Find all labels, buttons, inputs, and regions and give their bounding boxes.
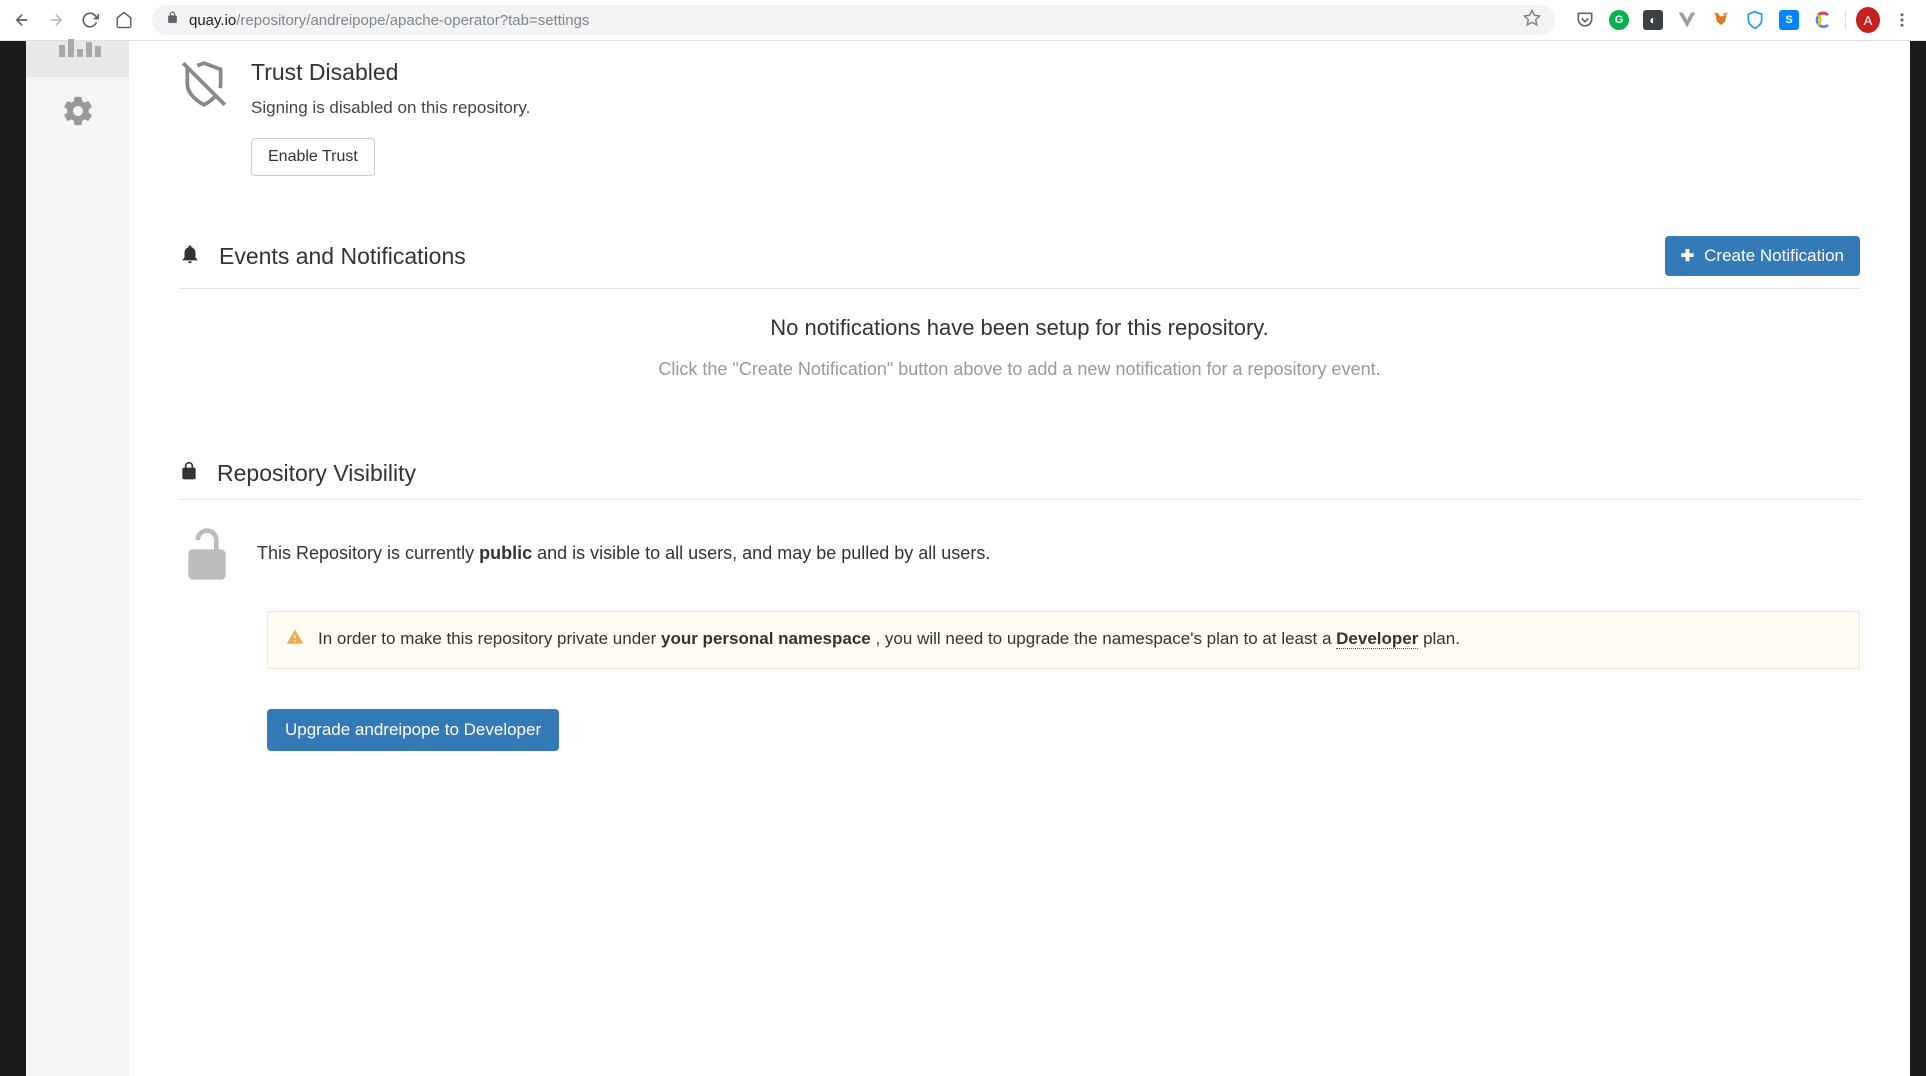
upgrade-alert: In order to make this repository private… [267, 611, 1860, 669]
visibility-body: This Repository is currently public and … [179, 526, 1860, 587]
url-domain: quay.io [189, 12, 236, 29]
trust-title: Trust Disabled [251, 59, 530, 86]
bell-icon [179, 243, 201, 270]
gear-icon [61, 94, 95, 133]
unlock-icon [179, 526, 235, 587]
address-bar[interactable]: quay.io/repository/andreipope/apache-ope… [152, 5, 1555, 35]
enable-trust-button[interactable]: Enable Trust [251, 138, 375, 176]
notifications-empty-message: No notifications have been setup for thi… [179, 315, 1860, 341]
bookmark-star-icon[interactable] [1523, 9, 1541, 32]
visibility-text-post: and is visible to all users, and may be … [532, 543, 990, 563]
notifications-empty-hint: Click the "Create Notification" button a… [179, 359, 1860, 380]
reload-button[interactable] [80, 10, 100, 30]
alert-text-pre: In order to make this repository private… [318, 629, 661, 648]
metamask-icon[interactable] [1709, 8, 1733, 32]
lock-icon [179, 461, 199, 486]
main-content: Trust Disabled Signing is disabled on th… [129, 41, 1910, 1076]
alert-text-post: plan. [1418, 629, 1460, 648]
visibility-title: Repository Visibility [217, 460, 416, 487]
url-text: quay.io/repository/andreipope/apache-ope… [189, 12, 589, 29]
warning-icon [286, 628, 304, 654]
events-section-header: Events and Notifications ✚ Create Notifi… [179, 236, 1860, 289]
forward-button[interactable] [46, 10, 66, 30]
alert-text-bold: your personal namespace [661, 629, 871, 648]
window-edge-left [0, 41, 26, 1076]
trust-description: Signing is disabled on this repository. [251, 98, 530, 118]
window-edge-right [1910, 41, 1926, 1076]
trust-section: Trust Disabled Signing is disabled on th… [179, 59, 1860, 176]
shield-off-icon [179, 59, 229, 176]
pocket-icon[interactable] [1573, 8, 1597, 32]
trust-content: Trust Disabled Signing is disabled on th… [251, 59, 530, 176]
notifications-empty-state: No notifications have been setup for thi… [179, 315, 1860, 380]
nav-buttons [12, 10, 134, 30]
main-layout: Trust Disabled Signing is disabled on th… [0, 41, 1926, 1076]
browser-toolbar: quay.io/repository/andreipope/apache-ope… [0, 0, 1926, 41]
visibility-section-header: Repository Visibility [179, 460, 1860, 500]
bar-chart-icon [59, 35, 101, 57]
menu-dots-icon[interactable] [1890, 8, 1914, 32]
visibility-text: This Repository is currently public and … [257, 526, 990, 567]
visibility-text-pre: This Repository is currently [257, 543, 479, 563]
plus-icon: ✚ [1681, 246, 1694, 266]
alert-text-mid: , you will need to upgrade the namespace… [871, 629, 1336, 648]
home-button[interactable] [114, 10, 134, 30]
create-notification-label: Create Notification [1704, 246, 1844, 266]
extension-c-icon[interactable] [1811, 8, 1835, 32]
extension-dark-icon[interactable]: ◐ [1641, 8, 1665, 32]
sidebar [26, 41, 129, 1076]
profile-avatar[interactable]: A [1856, 8, 1880, 32]
skype-icon[interactable]: S [1777, 8, 1801, 32]
visibility-text-bold: public [479, 543, 532, 563]
back-button[interactable] [12, 10, 32, 30]
alert-text-dotted: Developer [1336, 629, 1418, 649]
alert-content: In order to make this repository private… [318, 626, 1460, 654]
visibility-title-wrap: Repository Visibility [179, 460, 416, 487]
extension-v-icon[interactable] [1675, 8, 1699, 32]
events-title: Events and Notifications [219, 243, 466, 270]
sidebar-item-settings[interactable] [26, 77, 129, 149]
create-notification-button[interactable]: ✚ Create Notification [1665, 236, 1860, 276]
toolbar-extensions: G ◐ S A [1573, 8, 1914, 32]
shield-icon[interactable] [1743, 8, 1767, 32]
upgrade-button[interactable]: Upgrade andreipope to Developer [267, 709, 559, 751]
url-path: /repository/andreipope/apache-operator?t… [236, 12, 589, 29]
grammarly-icon[interactable]: G [1607, 8, 1631, 32]
lock-icon [166, 11, 179, 29]
visibility-section: Repository Visibility This Repository is… [179, 460, 1860, 751]
events-title-wrap: Events and Notifications [179, 243, 466, 270]
sidebar-item-usage[interactable] [26, 41, 129, 77]
